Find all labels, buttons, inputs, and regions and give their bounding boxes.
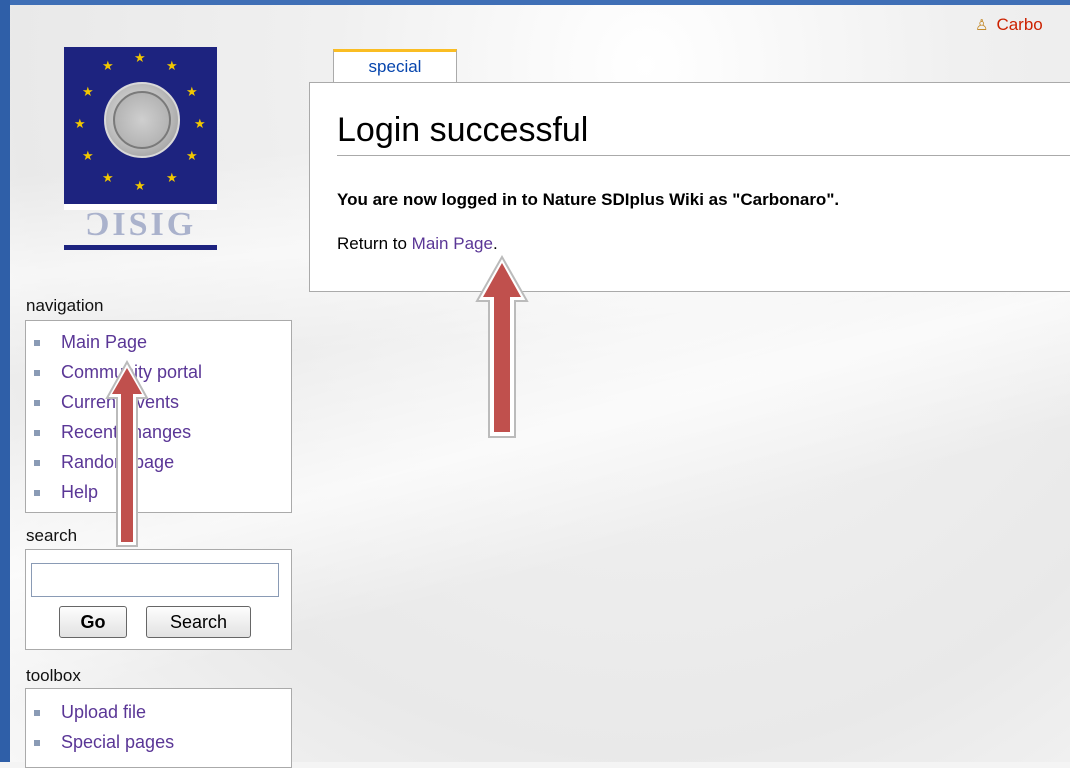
nav-item-community-portal[interactable]: Community portal	[26, 357, 291, 387]
star-icon: ★	[82, 84, 94, 99]
user-page-link[interactable]: ♙ Carbo	[975, 15, 1043, 35]
site-logo[interactable]: ★ ★ ★ ★ ★ ★ ★ ★ ★ ★ ★ ★ ƆISIG	[64, 47, 217, 254]
navigation-portlet: Main Page Community portal Current event…	[25, 320, 292, 513]
star-icon: ★	[186, 148, 198, 163]
search-input[interactable]	[31, 563, 279, 597]
navigation-heading: navigation	[26, 296, 104, 315]
return-line: Return to Main Page.	[337, 234, 498, 254]
search-heading: search	[26, 526, 78, 545]
toolbox-item-upload-file[interactable]: Upload file	[26, 697, 291, 727]
star-icon: ★	[74, 116, 86, 131]
nav-item-main-page[interactable]: Main Page	[26, 327, 291, 357]
return-prefix: Return to	[337, 234, 412, 253]
logo-seal	[104, 82, 180, 158]
content-area: Login successful You are now logged in t…	[309, 82, 1070, 292]
star-icon: ★	[194, 116, 206, 131]
nav-item-recent-changes[interactable]: Recent changes	[26, 417, 291, 447]
user-name: Carbo	[996, 15, 1043, 34]
nav-item-current-events[interactable]: Current events	[26, 387, 291, 417]
login-message: You are now logged in to Nature SDIplus …	[337, 190, 840, 209]
search-portlet: Go Search	[25, 549, 292, 650]
star-icon: ★	[134, 50, 146, 65]
logo-wordmark: ƆISIG	[84, 206, 197, 243]
toolbox-item-special-pages[interactable]: Special pages	[26, 727, 291, 757]
star-icon: ★	[102, 170, 114, 185]
annotation-arrow-right	[475, 255, 529, 438]
page-title: Login successful	[337, 109, 1070, 156]
return-suffix: .	[492, 234, 498, 253]
search-button[interactable]: Search	[146, 606, 251, 638]
toolbox-portlet: Upload file Special pages	[25, 688, 292, 768]
annotation-arrow-left	[105, 360, 149, 547]
star-icon: ★	[82, 148, 94, 163]
nav-item-help[interactable]: Help	[26, 477, 291, 507]
star-icon: ★	[166, 58, 178, 73]
star-icon: ★	[134, 178, 146, 193]
return-main-page-link[interactable]: Main Page	[412, 234, 493, 253]
star-icon: ★	[166, 170, 178, 185]
tab-special[interactable]: special	[333, 49, 457, 83]
user-icon: ♙	[975, 17, 989, 34]
nav-item-random-page[interactable]: Random page	[26, 447, 291, 477]
star-icon: ★	[102, 58, 114, 73]
toolbox-heading: toolbox	[26, 666, 81, 685]
window-left-border	[0, 0, 10, 762]
go-button[interactable]: Go	[59, 606, 127, 638]
logo-flag: ★ ★ ★ ★ ★ ★ ★ ★ ★ ★ ★ ★	[64, 47, 217, 204]
star-icon: ★	[186, 84, 198, 99]
